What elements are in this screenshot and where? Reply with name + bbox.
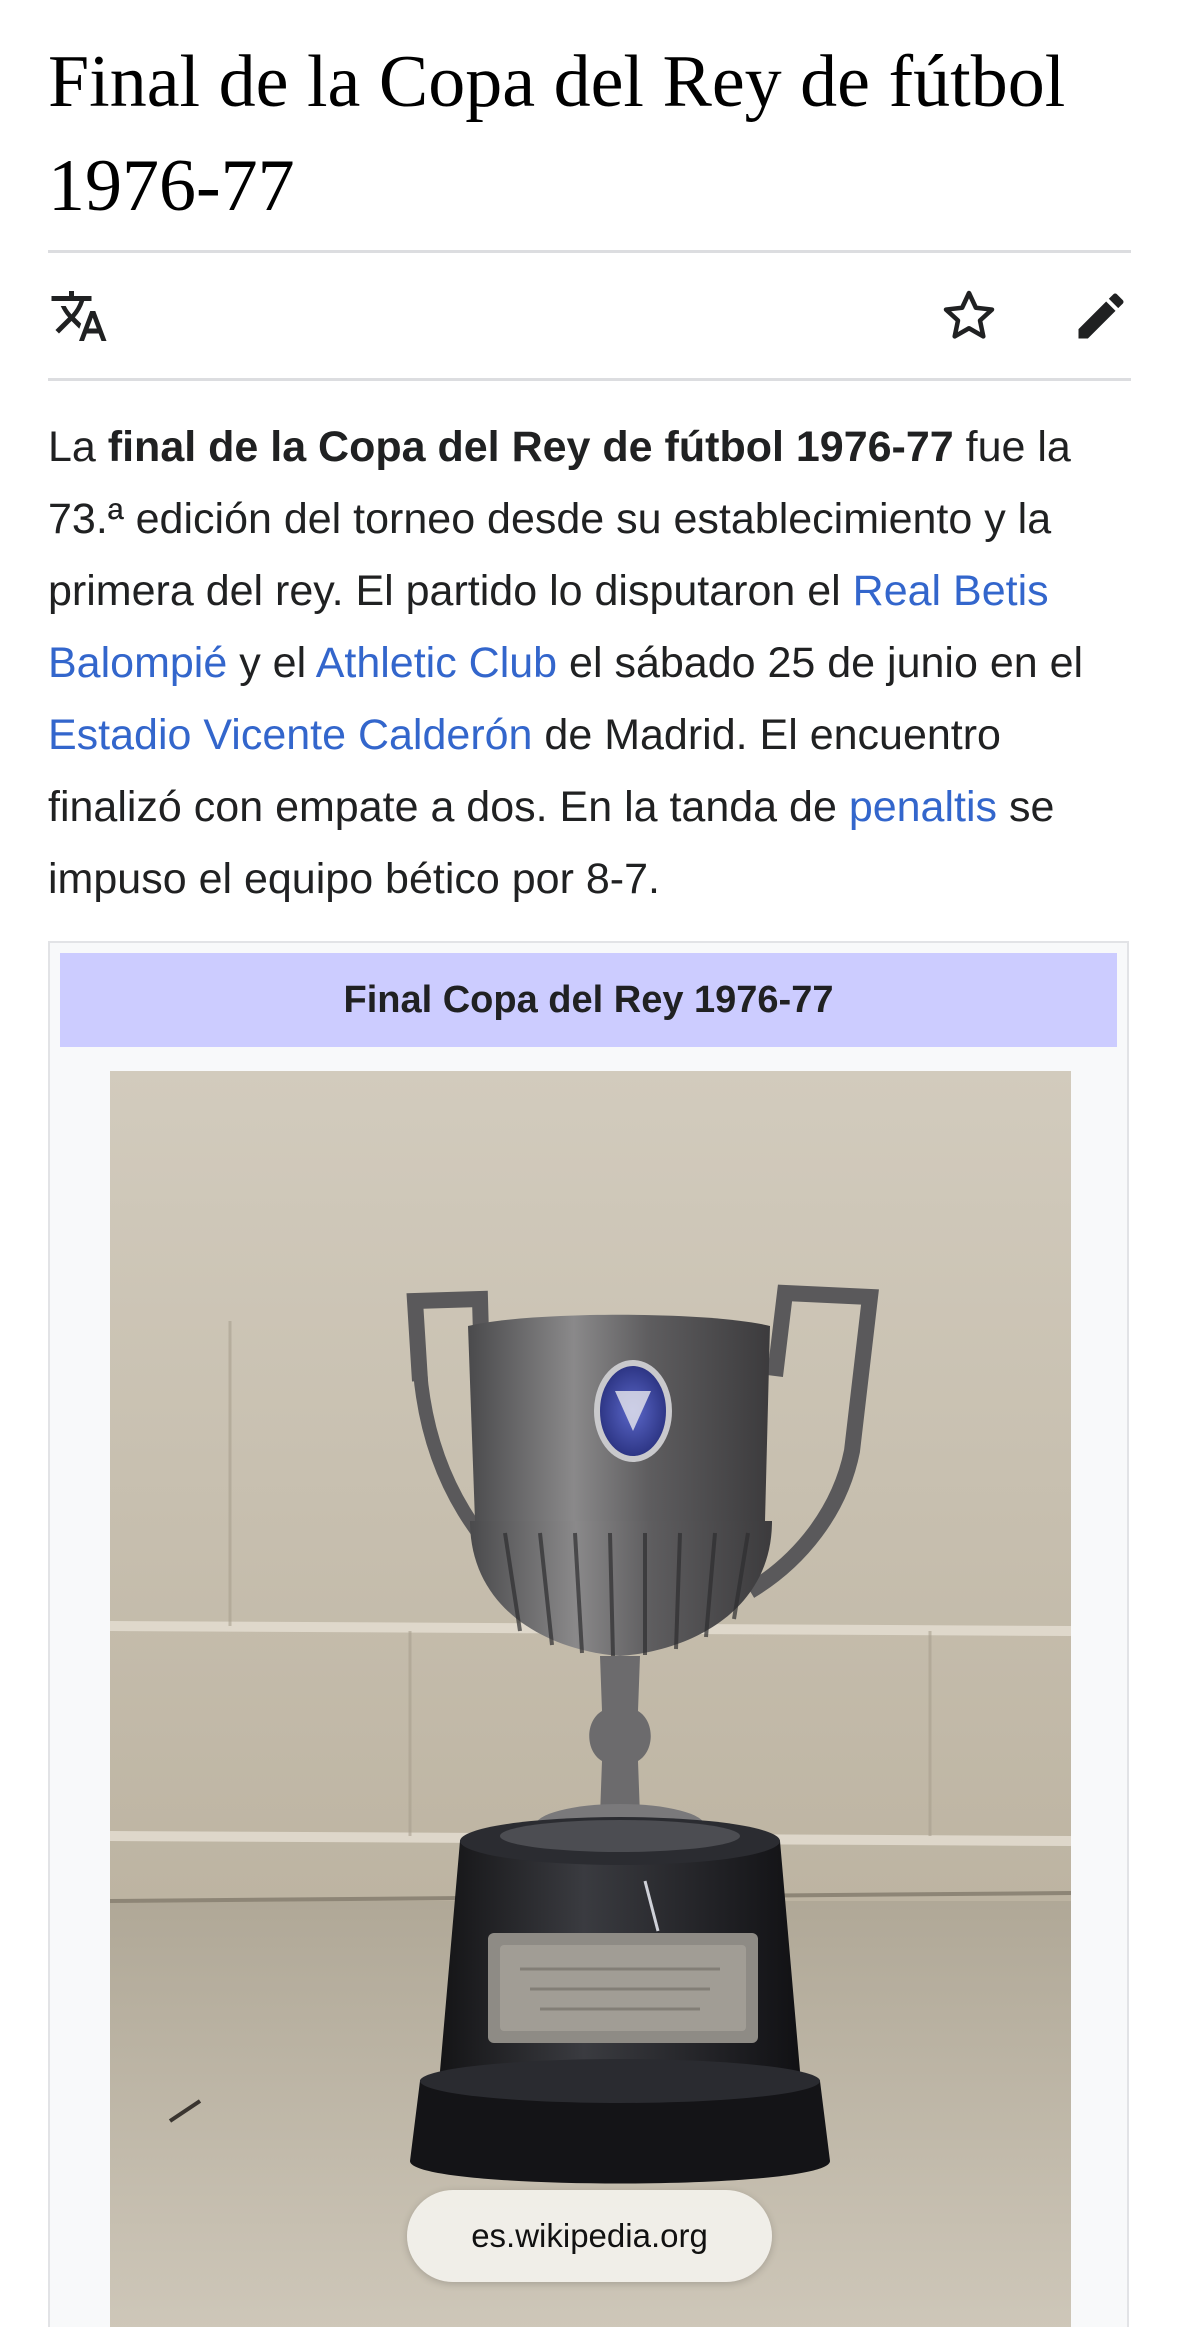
page-actions-toolbar	[48, 253, 1131, 378]
lead-text: La	[48, 423, 108, 471]
lead-text: el sábado 25 de junio en el	[557, 639, 1084, 687]
infobox: Final Copa del Rey 1976-77	[48, 941, 1129, 2327]
infobox-header: Final Copa del Rey 1976-77	[60, 953, 1117, 1047]
watch-button[interactable]	[938, 285, 1000, 347]
lead-text: y el	[227, 639, 316, 687]
browser-url-pill[interactable]: es.wikipedia.org	[407, 2190, 772, 2282]
article: Final de la Copa del Rey de fútbol 1976-…	[48, 0, 1131, 915]
link-penaltis[interactable]: penaltis	[849, 783, 997, 831]
url-text: es.wikipedia.org	[471, 2217, 708, 2254]
lead-bold-title: final de la Copa del Rey de fútbol 1976-…	[107, 423, 954, 471]
infobox-image[interactable]	[110, 1071, 1071, 2327]
link-estadio-vicente-calderon[interactable]: Estadio Vicente Calderón	[48, 711, 532, 759]
language-button[interactable]	[48, 285, 110, 347]
translate-icon	[51, 291, 107, 341]
star-icon	[943, 290, 995, 339]
trophy-photo	[110, 1071, 1071, 2327]
edit-button[interactable]	[1070, 285, 1132, 347]
page-title: Final de la Copa del Rey de fútbol 1976-…	[48, 41, 1066, 227]
pencil-icon	[1078, 293, 1124, 339]
lead-paragraph: La final de la Copa del Rey de fútbol 19…	[48, 381, 1131, 915]
link-athletic-club[interactable]: Athletic Club	[316, 639, 557, 687]
